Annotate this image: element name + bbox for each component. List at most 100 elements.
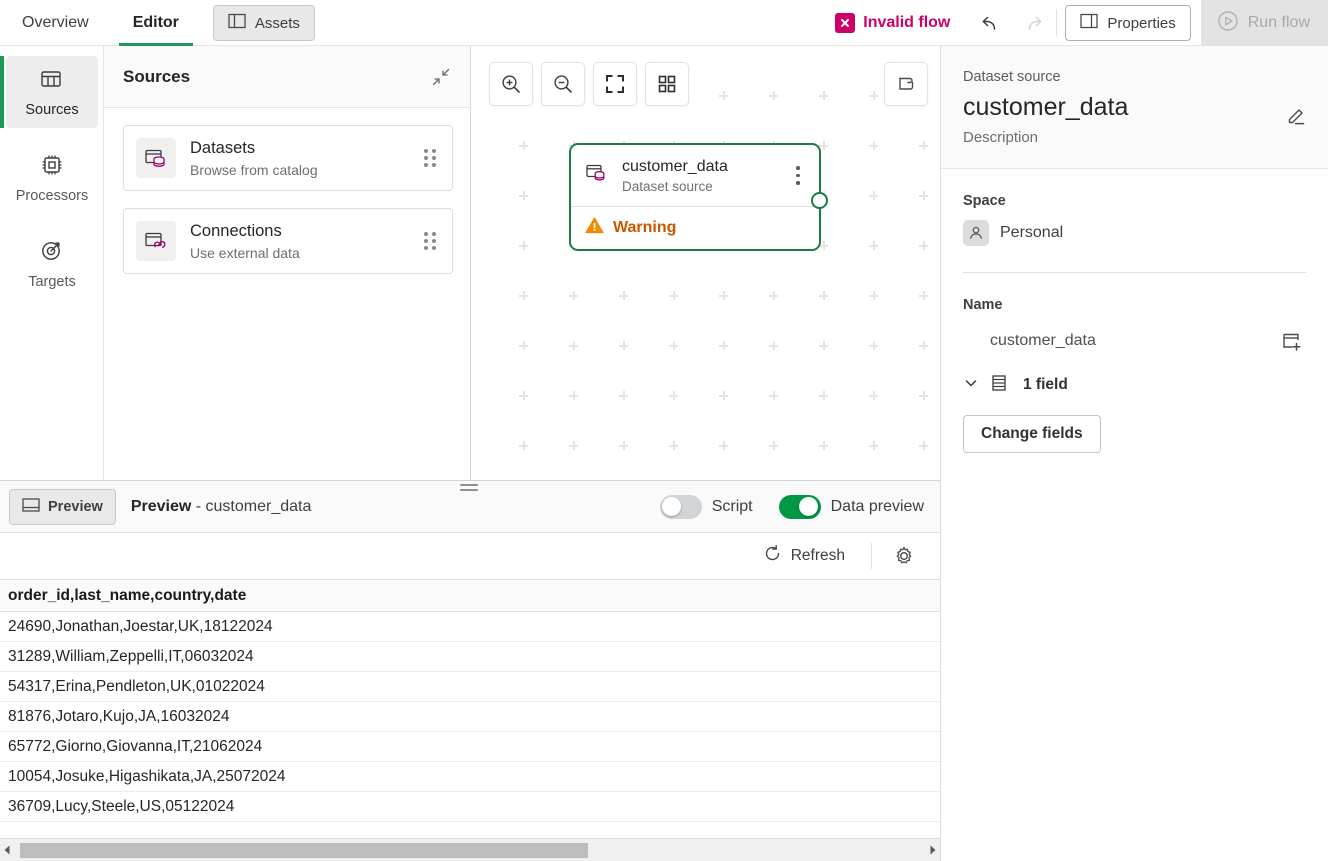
properties-description[interactable]: Description	[963, 129, 1306, 146]
properties-button[interactable]: Properties	[1065, 5, 1191, 41]
grid-mark	[919, 291, 928, 300]
flow-node-warning-label: Warning	[613, 218, 677, 236]
table-row[interactable]: 31289,William,Zeppelli,IT,06032024	[0, 642, 940, 672]
data-preview-toggle-label: Data preview	[830, 497, 924, 515]
flow-canvas[interactable]: customer_data Dataset source Warning	[471, 46, 940, 480]
fields-table-icon	[989, 373, 1009, 398]
flow-node-output-port[interactable]	[811, 192, 828, 209]
grid-mark	[569, 391, 578, 400]
scrollbar-track[interactable]	[14, 839, 926, 861]
preview-toggle-button[interactable]: Preview	[9, 488, 116, 525]
zoom-in-icon[interactable]	[489, 62, 533, 106]
grid-mark	[869, 91, 878, 100]
person-icon	[963, 219, 989, 246]
preview-title: Preview - customer_data	[131, 498, 312, 516]
drag-handle-connections[interactable]	[424, 232, 436, 250]
grid-mark	[619, 291, 628, 300]
grid-mark	[669, 341, 678, 350]
preview-title-bold: Preview	[130, 497, 192, 515]
grid-mark	[669, 391, 678, 400]
undo-button[interactable]	[970, 3, 1010, 43]
sidebar-item-sources-label: Sources	[25, 101, 79, 118]
scroll-right-arrow[interactable]	[926, 845, 940, 855]
sidebar-item-processors-label: Processors	[15, 187, 89, 204]
scroll-left-arrow[interactable]	[0, 845, 14, 855]
flow-node-subtitle: Dataset source	[622, 179, 713, 194]
name-value-row: customer_data	[963, 326, 1306, 356]
preview-panel-icon	[22, 497, 40, 517]
add-table-icon[interactable]	[1276, 326, 1306, 356]
sources-panel: Sources Datasets Browse from catalog Con…	[104, 46, 471, 480]
script-toggle[interactable]: Script	[659, 494, 753, 519]
table-row[interactable]: 65772,Giorno,Giovanna,IT,21062024	[0, 732, 940, 762]
table-row[interactable]: 24690,Jonathan,Joestar,UK,18122024	[0, 612, 940, 642]
grid-mark	[519, 191, 528, 200]
name-label: Name	[963, 296, 1003, 313]
collapse-icon[interactable]	[428, 64, 454, 90]
source-card-datasets-text: Datasets Browse from catalog	[190, 138, 410, 178]
grid-mark	[619, 391, 628, 400]
grid-mark	[619, 441, 628, 450]
layout-grid-icon[interactable]	[645, 62, 689, 106]
chip-icon	[39, 153, 65, 181]
grid-mark	[719, 441, 728, 450]
source-card-connections-text: Connections Use external data	[190, 221, 410, 261]
pencil-icon[interactable]	[1280, 100, 1312, 132]
flow-node-customer-data[interactable]: customer_data Dataset source Warning	[569, 143, 828, 251]
run-flow-button[interactable]: Run flow	[1200, 0, 1328, 46]
flow-node-warning[interactable]: Warning	[571, 206, 819, 249]
grid-mark	[869, 391, 878, 400]
preview-title-rest: - customer_data	[191, 497, 312, 515]
sidebar-item-processors[interactable]: Processors	[6, 142, 98, 214]
fields-expander[interactable]: 1 field	[963, 373, 1306, 398]
grid-mark	[819, 291, 828, 300]
gear-icon[interactable]	[888, 540, 920, 572]
dataset-icon	[136, 138, 176, 178]
data-preview-toggle[interactable]: Data preview	[778, 494, 924, 519]
left-rail: Sources Processors Targets	[0, 46, 104, 480]
zoom-out-icon[interactable]	[541, 62, 585, 106]
horizontal-scrollbar[interactable]	[0, 838, 940, 861]
script-switch[interactable]	[659, 494, 702, 519]
topbar-divider	[1056, 9, 1058, 36]
grid-mark	[869, 291, 878, 300]
grid-mark	[669, 291, 678, 300]
flow-node-menu-button[interactable]	[785, 161, 811, 191]
canvas-grid	[471, 46, 940, 480]
grid-mark	[869, 441, 878, 450]
refresh-button[interactable]: Refresh	[753, 538, 855, 574]
change-fields-button[interactable]: Change fields	[963, 414, 1101, 453]
grid-mark	[769, 441, 778, 450]
sidebar-item-targets[interactable]: Targets	[6, 228, 98, 300]
preview-toggle-button-label: Preview	[48, 498, 103, 515]
space-value-row[interactable]: Personal	[963, 219, 1306, 246]
refresh-button-label: Refresh	[790, 547, 845, 564]
tab-overview[interactable]: Overview	[0, 0, 111, 46]
properties-button-label: Properties	[1107, 14, 1176, 32]
data-preview-switch[interactable]	[778, 494, 821, 519]
preview-resize-handle[interactable]	[460, 484, 478, 494]
grid-mark	[519, 241, 528, 250]
script-icon[interactable]	[884, 62, 928, 106]
space-value: Personal	[1000, 223, 1064, 241]
source-card-datasets[interactable]: Datasets Browse from catalog	[123, 125, 453, 191]
assets-button[interactable]: Assets	[212, 5, 315, 41]
table-row[interactable]: 54317,Erina,Pendleton,UK,01022024	[0, 672, 940, 702]
redo-button[interactable]	[1014, 3, 1054, 43]
source-card-connections[interactable]: Connections Use external data	[123, 208, 453, 274]
sidebar-item-sources[interactable]: Sources	[0, 56, 98, 128]
top-bar: Overview Editor Assets Invalid flow Prop…	[0, 0, 1328, 46]
tab-editor[interactable]: Editor	[111, 0, 201, 46]
grid-mark	[919, 191, 928, 200]
table-row[interactable]: 81876,Jotaro,Kujo,JA,16032024	[0, 702, 940, 732]
fit-screen-icon[interactable]	[593, 62, 637, 106]
table-row[interactable]: 36709,Lucy,Steele,US,05122024	[0, 792, 940, 822]
drag-handle-datasets[interactable]	[424, 149, 436, 167]
scrollbar-thumb[interactable]	[20, 842, 588, 858]
space-label: Space	[963, 192, 1006, 209]
table-row[interactable]: 10054,Josuke,Higashikata,JA,25072024	[0, 762, 940, 792]
tab-editor-label: Editor	[132, 14, 179, 31]
grid-mark	[719, 91, 728, 100]
refresh-icon	[763, 544, 782, 568]
